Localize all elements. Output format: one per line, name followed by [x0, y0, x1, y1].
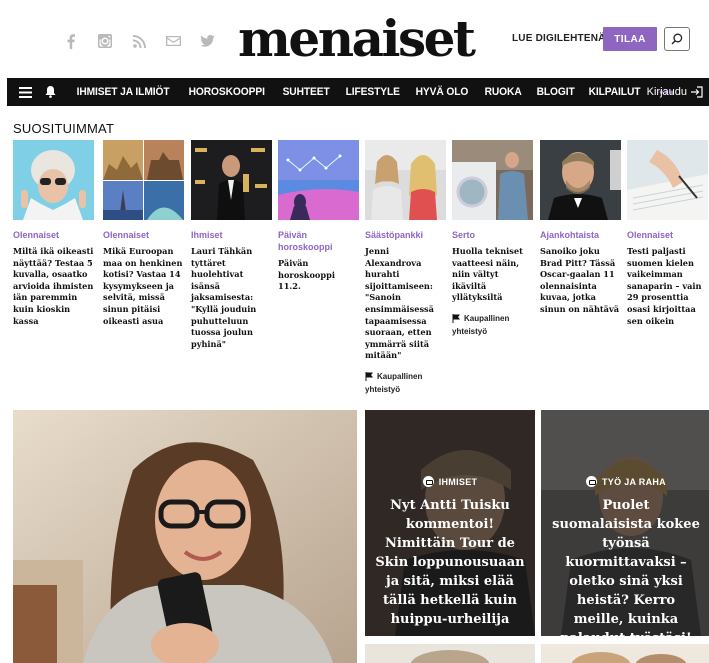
article-thumbnail[interactable] — [103, 140, 184, 220]
category-label: TYÖ JA RAHA — [602, 476, 666, 487]
popular-card[interactable]: Ihmiset Lauri Tähkän tyttäret huolehtiva… — [191, 140, 272, 350]
order-button[interactable]: TILAA — [603, 27, 657, 51]
login-link[interactable]: Kirjaudu — [647, 78, 703, 106]
nav-item-suhteet[interactable]: SUHTEET — [277, 86, 335, 98]
article-title[interactable]: Lauri Tähkän tyttäret huolehtivat isänsä… — [191, 246, 272, 350]
article-title[interactable]: Jenni Alexandrova hurahti sijoittamiseen… — [365, 246, 446, 362]
search-icon — [671, 33, 683, 45]
card-title[interactable]: Puolet suomalaisista kokee työnsä kuormi… — [551, 496, 701, 636]
bell-icon — [45, 86, 55, 98]
article-title[interactable]: Testi paljasti suomen kielen vaikeimman … — [627, 246, 708, 327]
facebook-icon[interactable] — [54, 33, 88, 49]
mail-icon[interactable] — [156, 33, 190, 49]
popular-card[interactable]: Olennaiset Mikä Euroopan maa on henkinen… — [103, 140, 184, 327]
site-header: menaiset LUE DIGILEHTENÄ TILAA — [0, 0, 709, 78]
card-category-tag: IHMISET — [365, 476, 535, 487]
article-thumbnail[interactable] — [365, 140, 446, 220]
next-article-thumbnail[interactable] — [365, 644, 535, 663]
card-category-tag: TYÖ JA RAHA — [541, 476, 709, 487]
nav-item-blogit[interactable]: BLOGIT — [531, 86, 580, 98]
popular-card[interactable]: Olennaiset Testi paljasti suomen kielen … — [627, 140, 708, 327]
login-label: Kirjaudu — [646, 86, 687, 98]
rss-icon[interactable] — [122, 33, 156, 49]
sponsored-label: Kaupallinen yhteistyö — [452, 312, 533, 338]
article-category[interactable]: Ajankohtaista — [540, 229, 621, 241]
category-icon — [586, 476, 597, 487]
card-title[interactable]: Nyt Antti Tuisku kommentoi! Nimittäin To… — [375, 496, 525, 629]
sponsored-text-2: yhteistyö — [365, 384, 401, 394]
article-category[interactable]: Serto — [452, 229, 533, 241]
featured-article-image[interactable] — [13, 410, 357, 663]
popular-heading: SUOSITUIMMAT — [13, 121, 115, 136]
popular-card[interactable]: Olennaiset Miltä ikä oikeasti näyttää? T… — [13, 140, 94, 327]
hamburger-icon — [18, 86, 32, 98]
article-title[interactable]: Päivän horoskooppi 11.2. — [278, 258, 359, 293]
nav-item-horoskooppi[interactable]: HOROSKOOPPI — [183, 86, 270, 98]
article-category[interactable]: Säästöpankki — [365, 229, 446, 241]
sponsored-label: Kaupallinen yhteistyö — [365, 370, 446, 396]
article-title[interactable]: Miltä ikä oikeasti näyttää? Testaa 5 kuv… — [13, 246, 94, 327]
sponsored-text: Kaupallinen — [377, 371, 423, 381]
nav-item-ruoka[interactable]: RUOKA — [479, 86, 527, 98]
login-icon — [691, 86, 703, 98]
nav-item-hyva-olo[interactable]: HYVÄ OLO — [410, 86, 474, 98]
twitter-icon[interactable] — [190, 33, 224, 49]
flag-icon — [365, 371, 373, 381]
category-icon — [422, 476, 434, 487]
article-title[interactable]: Huolla tekniset vaatteesi näin, niin väl… — [452, 246, 533, 304]
featured-card[interactable]: TYÖ JA RAHA Puolet suomalaisista kokee t… — [541, 410, 709, 636]
article-thumbnail[interactable] — [540, 140, 621, 220]
category-label: IHMISET — [438, 476, 478, 487]
search-button[interactable] — [664, 27, 690, 51]
article-category[interactable]: Olennaiset — [103, 229, 184, 241]
next-article-thumbnail[interactable] — [541, 644, 709, 663]
site-logo[interactable]: menaiset — [238, 4, 476, 74]
article-thumbnail[interactable] — [278, 140, 359, 220]
popular-card[interactable]: Säästöpankki Jenni Alexandrova hurahti s… — [365, 140, 446, 396]
article-category[interactable]: Päivän horoskooppi — [278, 229, 359, 253]
article-category[interactable]: Olennaiset — [13, 229, 94, 241]
popular-card[interactable]: Päivän horoskooppi Päivän horoskooppi 11… — [278, 140, 359, 293]
menu-button[interactable] — [11, 78, 39, 106]
popular-card[interactable]: Ajankohtaista Sanoiko joku Brad Pitt? Tä… — [540, 140, 621, 316]
article-category[interactable]: Ihmiset — [191, 229, 272, 241]
featured-card[interactable]: IHMISET Nyt Antti Tuisku kommentoi! Nimi… — [365, 410, 535, 636]
nav-item-lifestyle[interactable]: LIFESTYLE — [340, 86, 405, 98]
nav-item-ihmiset-ja-ilmiot[interactable]: IHMISET JA ILMIÖT — [71, 86, 175, 98]
social-links — [54, 33, 224, 49]
article-thumbnail[interactable] — [13, 140, 94, 220]
nav-item-kilpailut[interactable]: KILPAILUT — [583, 86, 646, 98]
popular-articles: Olennaiset Miltä ikä oikeasti näyttää? T… — [13, 140, 709, 400]
notifications-button[interactable] — [39, 78, 61, 106]
sponsored-text-2: yhteistyö — [452, 326, 488, 336]
flag-icon — [452, 313, 460, 323]
article-title[interactable]: Mikä Euroopan maa on henkinen kotisi? Va… — [103, 246, 184, 327]
article-thumbnail[interactable] — [452, 140, 533, 220]
main-nav: IHMISET JA ILMIÖT HOROSKOOPPI SUHTEET LI… — [7, 78, 709, 106]
article-thumbnail[interactable] — [627, 140, 708, 220]
article-category[interactable]: Olennaiset — [627, 229, 708, 241]
article-title[interactable]: Sanoiko joku Brad Pitt? Tässä Oscar-gaal… — [540, 246, 621, 316]
read-digital-link[interactable]: LUE DIGILEHTENÄ — [512, 33, 606, 44]
article-thumbnail[interactable] — [191, 140, 272, 220]
sponsored-text: Kaupallinen — [464, 313, 510, 323]
popular-card[interactable]: Serto Huolla tekniset vaatteesi näin, ni… — [452, 140, 533, 338]
instagram-icon[interactable] — [88, 33, 122, 49]
